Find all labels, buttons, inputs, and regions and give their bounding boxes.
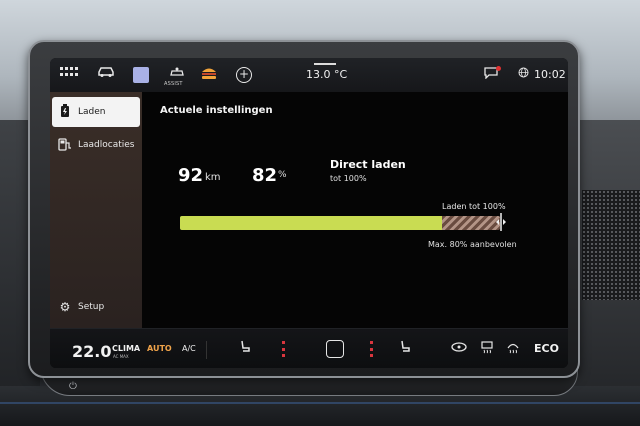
ac-button[interactable]: A/C [182,344,196,353]
charge-level-fill [180,216,442,230]
charge-mode-subtitle: tot 100% [330,174,367,183]
car-icon[interactable] [96,66,116,84]
assist-label: ASSIST [164,81,183,87]
auto-button[interactable]: AUTO [147,344,172,353]
plus-icon[interactable]: + [236,67,252,83]
notification-badge [496,66,501,71]
battery-level-unit: % [278,170,287,180]
page-title: Actuele instellingen [160,105,273,116]
status-bar: ASSIST + 13.0 °C 10:02 [50,58,568,92]
sidebar-item-label: Laden [78,107,106,117]
clock: 10:02 [534,68,566,81]
range-value: 92 [178,165,204,186]
sidebar-item-laden[interactable]: Laden [52,97,140,127]
power-icon[interactable]: ⏻ [66,380,80,394]
sidebar-item-label: Laadlocaties [78,140,135,150]
steering-heat-icon[interactable] [450,340,468,358]
range-unit: km [205,172,221,183]
charge-reserve-zone [442,216,500,230]
speaker-grille [582,190,640,300]
globe-icon[interactable] [516,66,530,84]
clima-sublabel: AC MAX [113,354,129,359]
seat-heating-level [370,341,374,357]
sidebar-item-laadlocaties[interactable]: Laadlocaties [52,130,140,160]
rear-defrost-icon[interactable] [504,340,522,358]
battery-level-value: 82 [252,165,278,186]
seat-heating-left-icon[interactable] [236,340,254,358]
climate-bar: 22.0 CLIMA AC MAX AUTO A/C ECO [50,328,568,368]
charge-limit-handle[interactable] [494,212,508,234]
seat-heating-right-icon[interactable] [396,340,414,358]
charge-level-bar[interactable] [180,216,500,230]
driver-temperature[interactable]: 22.0 [72,342,111,361]
home-button[interactable] [326,340,344,358]
charging-station-icon [52,137,78,154]
infotainment-screen: ASSIST + 13.0 °C 10:02 Laden Laadlocatie… [50,58,568,368]
gear-icon: ⚙ [59,300,71,314]
front-defrost-icon[interactable] [478,340,496,358]
burger-icon[interactable] [200,66,218,84]
charging-panel: Actuele instellingen 92 km 82 % Direct l… [142,92,568,328]
charge-limit-label: Laden tot 100% [442,202,506,211]
temperature-indicator [314,63,336,65]
eco-button[interactable]: ECO [534,342,559,355]
recommendation-label: Max. 80% aanbevolen [428,240,517,249]
divider [206,341,207,359]
sidebar-item-setup[interactable]: ⚙ Setup [52,292,140,322]
charge-mode-title: Direct laden [330,158,406,171]
seat-heating-level [282,341,286,357]
apps-icon[interactable] [133,67,149,83]
battery-plug-icon [52,103,78,121]
outside-temperature: 13.0 °C [306,68,348,81]
dashboard-stitching [0,402,640,404]
sidebar: Laden Laadlocaties ⚙ Setup [50,92,142,328]
sidebar-item-label: Setup [78,302,105,312]
grid-icon[interactable] [58,66,80,84]
clima-button[interactable]: CLIMA [112,344,140,353]
